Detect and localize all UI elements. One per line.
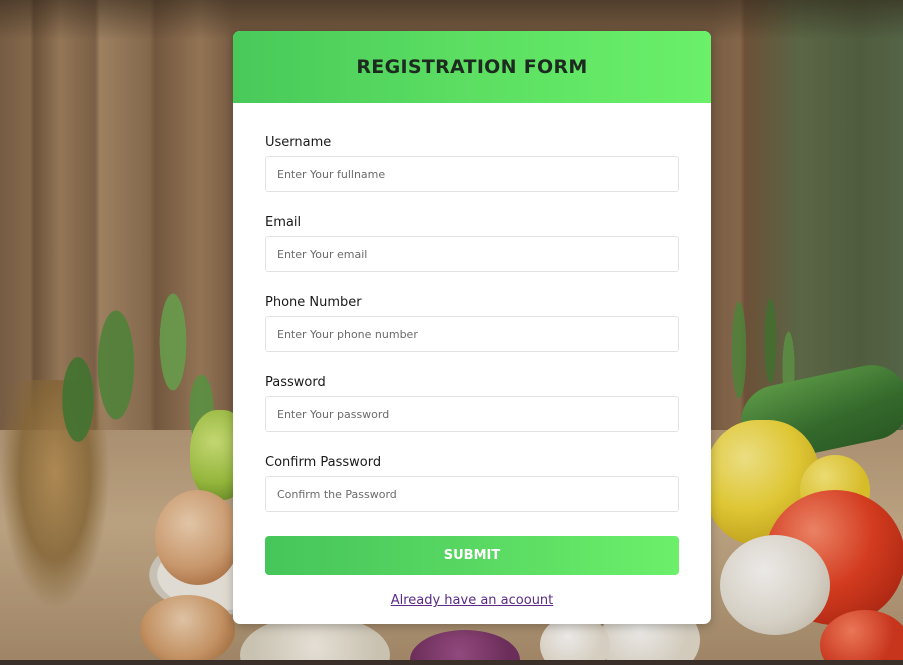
password-label: Password [265, 375, 326, 390]
phone-label: Phone Number [265, 295, 362, 310]
submit-button[interactable]: SUBMIT [265, 536, 679, 575]
email-input[interactable] [265, 236, 679, 272]
registration-form: Username Email Phone Number Password Con… [233, 103, 711, 608]
page: REGISTRATION FORM Username Email Phone N… [0, 0, 903, 665]
password-field-group: Password [265, 374, 679, 432]
username-label: Username [265, 135, 332, 150]
form-title: REGISTRATION FORM [356, 56, 588, 78]
phone-field-group: Phone Number [265, 294, 679, 352]
login-link[interactable]: Already have an acoount [265, 593, 679, 608]
phone-input[interactable] [265, 316, 679, 352]
username-field-group: Username [265, 134, 679, 192]
username-input[interactable] [265, 156, 679, 192]
confirm-password-label: Confirm Password [265, 455, 382, 470]
email-field-group: Email [265, 214, 679, 272]
registration-card: REGISTRATION FORM Username Email Phone N… [233, 31, 711, 624]
background-bottom-strip [0, 660, 903, 665]
email-label: Email [265, 215, 302, 230]
card-header: REGISTRATION FORM [233, 31, 711, 103]
confirm-password-input[interactable] [265, 476, 679, 512]
confirm-password-field-group: Confirm Password [265, 454, 679, 512]
password-input[interactable] [265, 396, 679, 432]
